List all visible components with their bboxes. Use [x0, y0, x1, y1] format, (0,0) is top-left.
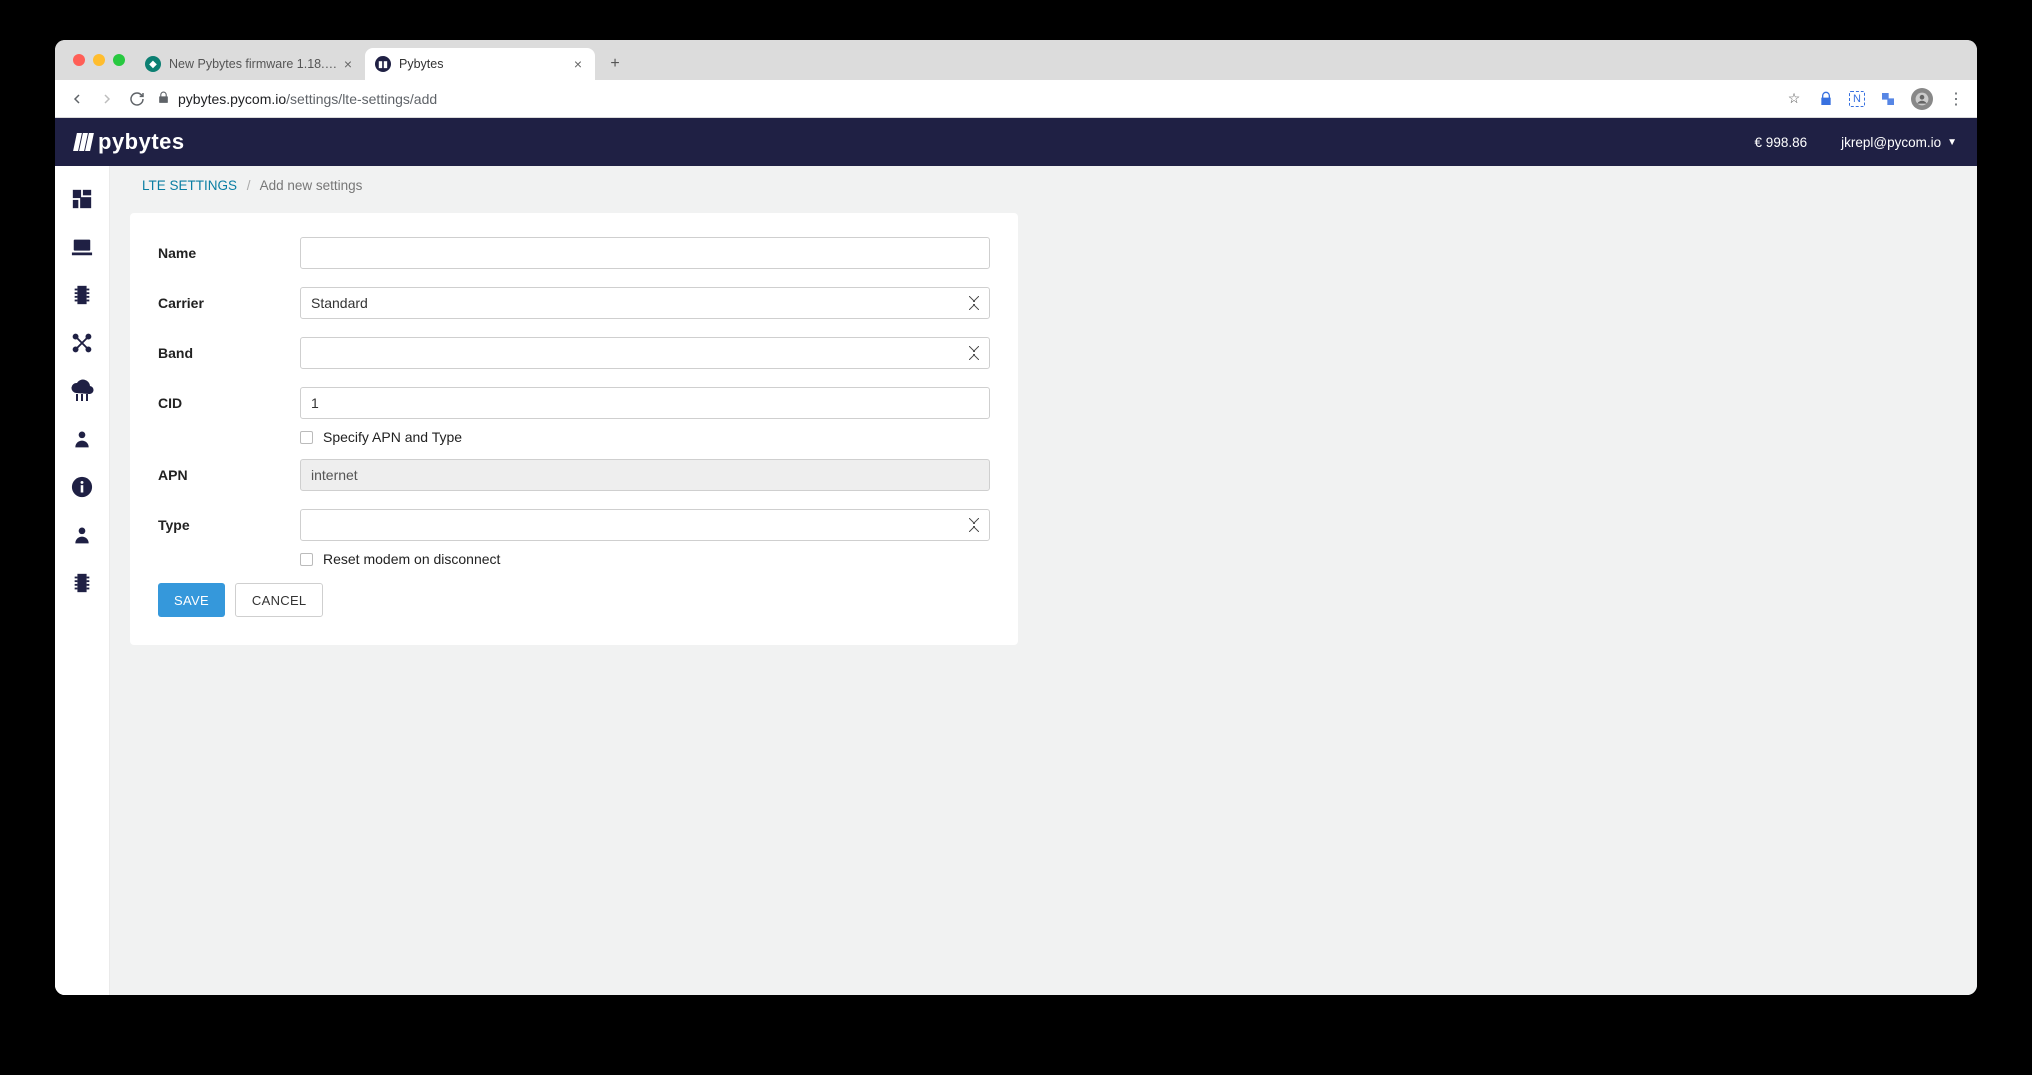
tab-active[interactable]: ▮▮ Pybytes × [365, 48, 595, 80]
reload-button[interactable] [127, 89, 147, 109]
breadcrumb-separator: / [247, 178, 251, 193]
tab-title: Pybytes [399, 57, 571, 71]
tab-title: New Pybytes firmware 1.18.1.r9 | [169, 57, 341, 71]
url-path: /settings/lte-settings/add [286, 91, 437, 107]
user-email: jkrepl@pycom.io [1841, 135, 1941, 150]
name-input[interactable] [300, 237, 990, 269]
label-carrier: Carrier [158, 295, 300, 311]
window-minimize[interactable] [93, 54, 105, 66]
label-name: Name [158, 245, 300, 261]
reset-modem-label: Reset modem on disconnect [323, 551, 500, 567]
save-button[interactable]: SAVE [158, 583, 225, 617]
balance: € 998.86 [1755, 135, 1808, 150]
back-button[interactable] [67, 89, 87, 109]
window-close[interactable] [73, 54, 85, 66]
sidebar-board-icon[interactable] [63, 276, 101, 314]
sidebar-cloud-icon[interactable] [63, 372, 101, 410]
user-menu[interactable]: jkrepl@pycom.io ▼ [1841, 135, 1957, 150]
tab-inactive[interactable]: ◆ New Pybytes firmware 1.18.1.r9 | × [135, 48, 365, 80]
type-select[interactable] [300, 509, 990, 541]
window-controls [65, 40, 135, 80]
breadcrumb-root[interactable]: LTE SETTINGS [142, 178, 237, 193]
star-icon[interactable]: ☆ [1785, 90, 1803, 108]
band-select[interactable] [300, 337, 990, 369]
form-card: Name Carrier Standard Band [130, 213, 1018, 645]
cancel-button[interactable]: CANCEL [235, 583, 324, 617]
extension-lock-icon[interactable] [1817, 90, 1835, 108]
logo-text: pybytes [98, 129, 185, 155]
lock-icon [157, 91, 170, 107]
tab-strip: ◆ New Pybytes firmware 1.18.1.r9 | × ▮▮ … [55, 40, 1977, 80]
main-content: LTE SETTINGS / Add new settings Name Car… [110, 166, 1977, 995]
browser-window: ◆ New Pybytes firmware 1.18.1.r9 | × ▮▮ … [55, 40, 1977, 995]
window-maximize[interactable] [113, 54, 125, 66]
url-input[interactable]: pybytes.pycom.io/settings/lte-settings/a… [157, 85, 1775, 113]
url-host: pybytes.pycom.io [178, 91, 286, 107]
chevron-down-icon: ▼ [1947, 137, 1957, 148]
sidebar-devices-icon[interactable] [63, 228, 101, 266]
breadcrumb-current: Add new settings [260, 178, 363, 193]
specify-apn-checkbox[interactable] [300, 431, 313, 444]
logo[interactable]: pybytes [75, 129, 185, 155]
sidebar-network-icon[interactable] [63, 324, 101, 362]
favicon-icon: ▮▮ [375, 56, 391, 72]
sidebar-info-icon[interactable] [63, 468, 101, 506]
browser-menu-icon[interactable]: ⋮ [1947, 89, 1965, 109]
address-bar-right: ☆ N ⋮ [1785, 88, 1965, 110]
address-bar: pybytes.pycom.io/settings/lte-settings/a… [55, 80, 1977, 118]
label-cid: CID [158, 395, 300, 411]
reset-modem-checkbox[interactable] [300, 553, 313, 566]
label-apn: APN [158, 467, 300, 483]
logo-flag-icon [75, 133, 92, 151]
profile-avatar[interactable] [1911, 88, 1933, 110]
extension-translate-icon[interactable] [1879, 90, 1897, 108]
header-right: € 998.86 jkrepl@pycom.io ▼ [1755, 135, 1957, 150]
sidebar-profile-icon[interactable] [63, 516, 101, 554]
viewport: LTE SETTINGS / Add new settings Name Car… [55, 166, 1977, 995]
specify-apn-label: Specify APN and Type [323, 429, 462, 445]
forward-button[interactable] [97, 89, 117, 109]
sidebar-chip-icon[interactable] [63, 564, 101, 602]
carrier-select[interactable]: Standard [300, 287, 990, 319]
sidebar-dashboard-icon[interactable] [63, 180, 101, 218]
sidebar [55, 166, 110, 995]
tab-close-icon[interactable]: × [571, 57, 585, 71]
extension-n-icon[interactable]: N [1849, 91, 1865, 107]
cid-input[interactable]: 1 [300, 387, 990, 419]
sidebar-user-icon[interactable] [63, 420, 101, 458]
tab-close-icon[interactable]: × [341, 57, 355, 71]
favicon-icon: ◆ [145, 56, 161, 72]
app-header: pybytes € 998.86 jkrepl@pycom.io ▼ [55, 118, 1977, 166]
new-tab-button[interactable]: + [601, 50, 629, 78]
apn-input: internet [300, 459, 990, 491]
label-type: Type [158, 517, 300, 533]
label-band: Band [158, 345, 300, 361]
breadcrumb: LTE SETTINGS / Add new settings [110, 166, 1977, 205]
